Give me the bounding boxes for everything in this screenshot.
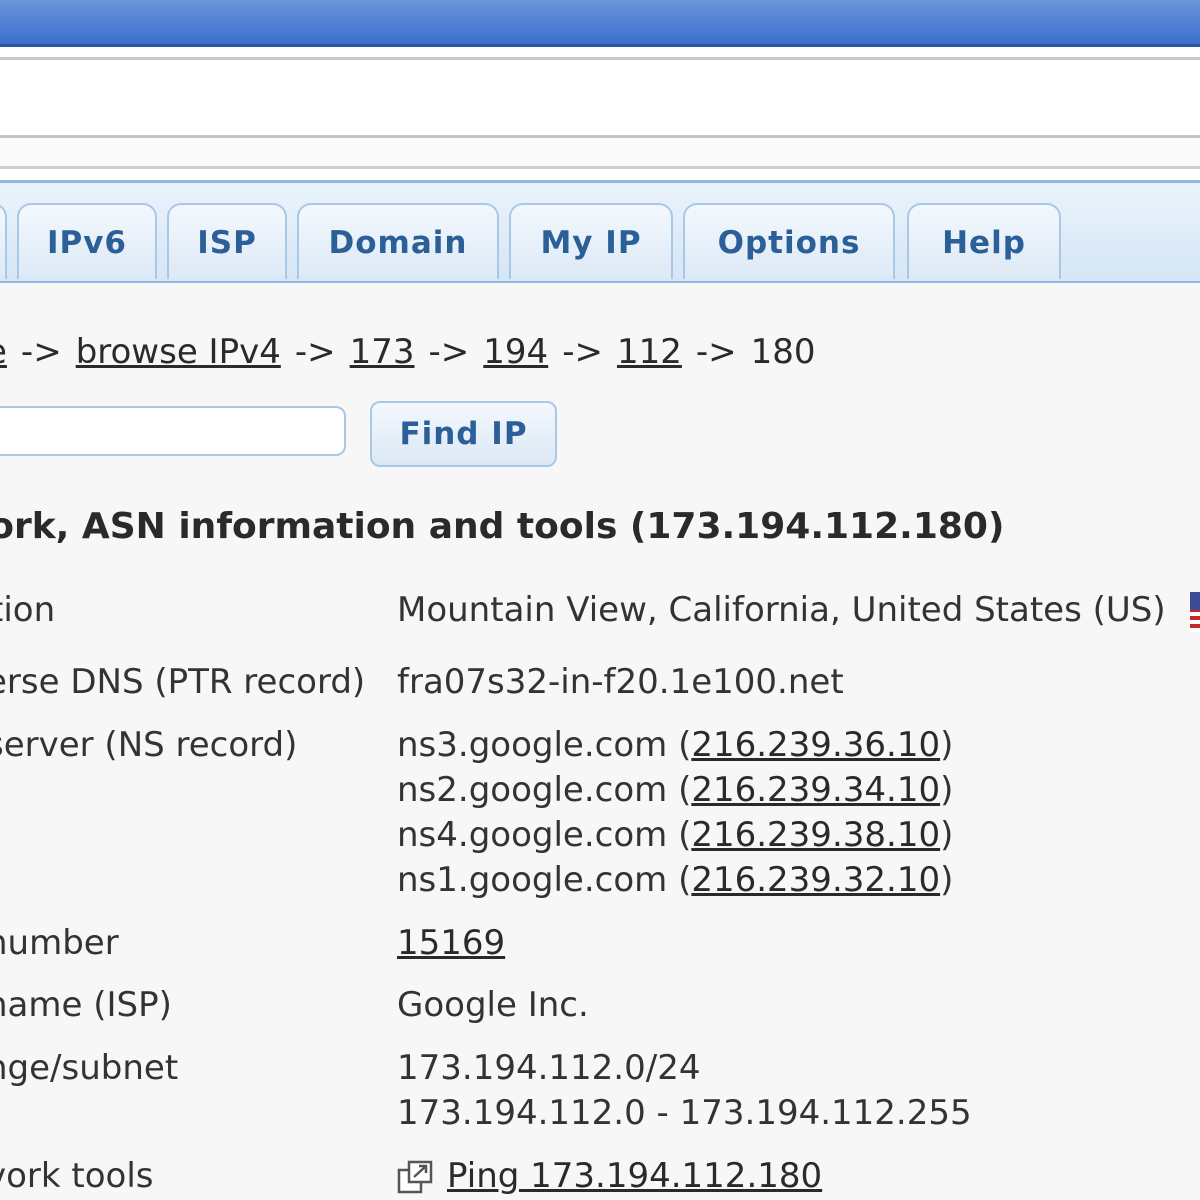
name-server-row: ns3.google.com (216.239.36.10) (397, 725, 954, 765)
asn-number-value: 15169 (397, 921, 505, 966)
reverse-dns-value: fra07s32-in-f20.1e100.net (397, 662, 844, 702)
ip-range-label: nge/subnet (0, 1048, 179, 1088)
asn-number-label: number (0, 923, 119, 963)
external-link-icon (397, 1160, 433, 1194)
breadcrumb-separator: -> (695, 332, 737, 372)
breadcrumb-home-link[interactable]: e (0, 332, 7, 372)
breadcrumb-browse-ipv4-link[interactable]: browse IPv4 (76, 332, 281, 372)
tab-isp[interactable]: ISP (167, 203, 287, 279)
name-server-row: ns4.google.com (216.239.38.10) (397, 815, 954, 855)
breadcrumb: e -> browse IPv4 -> 173 -> 194 -> 112 -> 180 (0, 332, 816, 372)
breadcrumb-current: 180 (750, 332, 816, 372)
tab-options[interactable]: Options (683, 203, 895, 279)
ns-host: ns4.google.com (397, 815, 668, 855)
ip-range-span: 173.194.112.0 - 173.194.112.255 (397, 1093, 972, 1133)
asn-name-label: name (ISP) (0, 985, 172, 1025)
ping-tool-link[interactable]: Ping 173.194.112.180 (447, 1156, 822, 1196)
ip-range-cidr: 173.194.112.0/24 (397, 1048, 701, 1088)
tab-domain[interactable]: Domain (297, 203, 499, 279)
window-titlebar (0, 0, 1200, 47)
asn-name-value: Google Inc. (397, 985, 589, 1025)
breadcrumb-separator: -> (428, 332, 470, 372)
ip-search-input[interactable] (0, 406, 346, 456)
toolbar-divider (0, 57, 1200, 60)
asn-number-link[interactable]: 15169 (397, 923, 505, 963)
tab-my-ip[interactable]: My IP (509, 203, 673, 279)
tab-ipv6[interactable]: IPv6 (17, 203, 157, 279)
ns-ip-link[interactable]: 216.239.34.10 (691, 770, 940, 810)
reverse-dns-label: erse DNS (PTR record) (0, 662, 366, 702)
breadcrumb-173-link[interactable]: 173 (350, 332, 415, 372)
ns-ip-link[interactable]: 216.239.38.10 (691, 815, 940, 855)
breadcrumb-separator: -> (294, 332, 336, 372)
tab-help[interactable]: Help (907, 203, 1061, 279)
ns-host: ns2.google.com (397, 770, 668, 810)
tab-partial[interactable] (0, 203, 7, 279)
ns-host: ns3.google.com (397, 725, 668, 765)
ns-ip-link[interactable]: 216.239.32.10 (691, 860, 940, 900)
bookmarks-bar (0, 135, 1200, 169)
find-ip-button[interactable]: Find IP (370, 401, 557, 467)
browser-toolbar-area (0, 47, 1200, 180)
main-content: e -> browse IPv4 -> 173 -> 194 -> 112 -> 180 Find … (0, 280, 1200, 1200)
ns-host: ns1.google.com (397, 860, 668, 900)
network-tools-label: vork tools (0, 1156, 154, 1196)
nav-tabbar: IPv6 ISP Domain My IP Options Help (0, 180, 1200, 283)
name-server-label: server (NS record) (0, 725, 298, 765)
page-title: work, ASN information and tools (173.194… (0, 506, 1005, 547)
name-server-row: ns2.google.com (216.239.34.10) (397, 770, 954, 810)
location-value: Mountain View, California, United States… (397, 590, 1166, 630)
breadcrumb-112-link[interactable]: 112 (617, 332, 682, 372)
ns-ip-link[interactable]: 216.239.36.10 (691, 725, 940, 765)
us-flag-icon (1190, 592, 1200, 632)
name-server-row: ns1.google.com (216.239.32.10) (397, 860, 954, 900)
location-label: tion (0, 590, 56, 630)
breadcrumb-194-link[interactable]: 194 (483, 332, 548, 372)
breadcrumb-separator: -> (562, 332, 603, 372)
breadcrumb-separator: -> (20, 332, 62, 372)
